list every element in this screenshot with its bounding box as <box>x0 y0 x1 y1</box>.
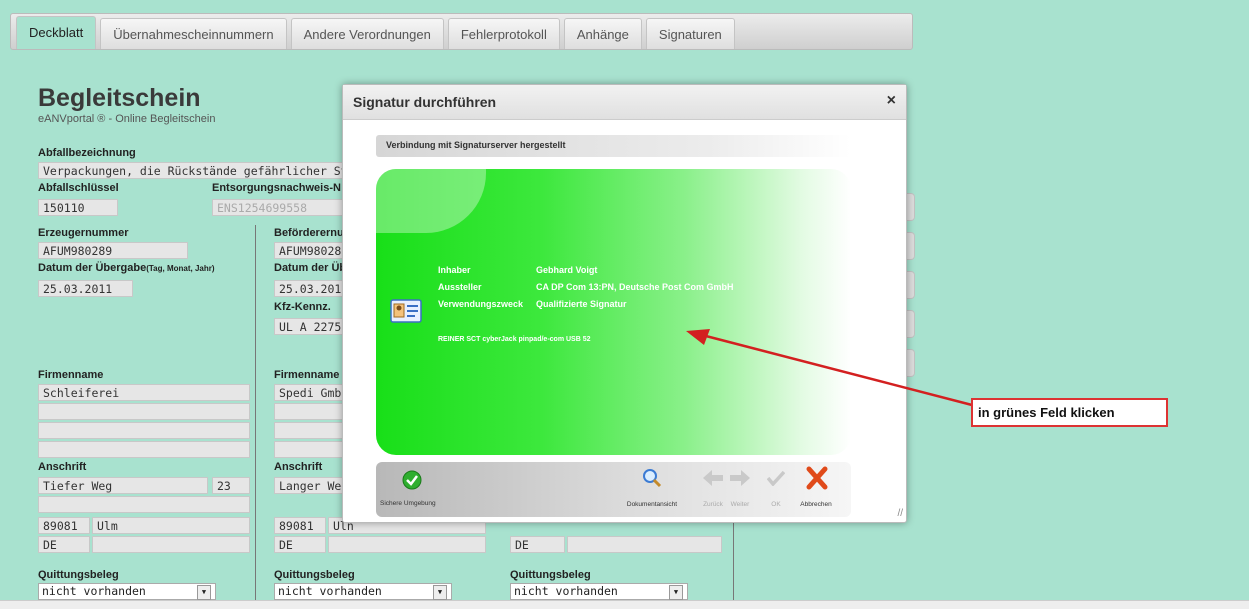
dialog-title: Signatur durchführen <box>353 94 497 110</box>
document-view-button[interactable]: Dokumentansicht <box>624 468 680 514</box>
cancel-button[interactable]: Abbrechen <box>796 466 836 514</box>
ok-button[interactable]: OK <box>766 468 786 514</box>
firmenname-line2[interactable] <box>38 403 250 420</box>
country2-extra[interactable] <box>328 536 486 553</box>
entsorgungsnachweis-label: Entsorgungsnachweis-N <box>212 182 341 194</box>
chevron-down-icon: ▼ <box>197 585 211 600</box>
country3-extra[interactable] <box>567 536 722 553</box>
country3-field[interactable]: DE <box>510 536 565 553</box>
tab-signaturen[interactable]: Signaturen <box>645 18 735 49</box>
back-label: Zurück <box>703 501 723 508</box>
aussteller-label: Aussteller <box>438 282 482 292</box>
gloss-highlight <box>376 169 486 233</box>
plz2-field[interactable]: 89081 <box>274 517 326 534</box>
signature-dialog: Signatur durchführen × Verbindung mit Si… <box>342 84 907 523</box>
firmenname2-line2[interactable] <box>274 403 348 420</box>
firmenname2-line3[interactable] <box>274 422 348 439</box>
street-line2[interactable] <box>38 496 250 513</box>
secure-environment-label: Sichere Umgebung <box>380 500 436 507</box>
dialog-header: Signatur durchführen × <box>343 85 906 120</box>
ok-label: OK <box>771 501 781 508</box>
kfz-label: Kfz-Kennz. <box>274 301 331 313</box>
verwendungszweck-label: Verwendungszweck <box>438 299 524 309</box>
connection-status-bar: Verbindung mit Signaturserver hergestell… <box>376 135 851 157</box>
id-card-icon <box>390 299 422 323</box>
firmenname-label: Firmenname <box>38 369 104 381</box>
tab-andere-verordnungen[interactable]: Andere Verordnungen <box>290 18 444 49</box>
plz-field[interactable]: 89081 <box>38 517 90 534</box>
aussteller-value: CA DP Com 13:PN, Deutsche Post Com GmbH <box>536 282 734 292</box>
quittung-select[interactable]: nicht vorhanden ▼ <box>38 583 216 600</box>
anschrift-label: Anschrift <box>38 461 87 473</box>
chevron-down-icon: ▼ <box>433 585 447 600</box>
instruction-callout: in grünes Feld klicken <box>971 398 1168 427</box>
tab-uebernahmescheinnummern[interactable]: Übernahmescheinnummern <box>100 18 287 49</box>
cancel-x-icon <box>806 466 828 490</box>
column-divider <box>255 225 256 600</box>
connection-status-text: Verbindung mit Signaturserver hergestell… <box>386 140 566 150</box>
chevron-down-icon: ▼ <box>669 585 683 600</box>
street2-field[interactable]: Langer Weg <box>274 477 348 494</box>
quittung2-label: Quittungsbeleg <box>274 569 355 581</box>
abfallschluessel-field[interactable]: 150110 <box>38 199 118 216</box>
magnifier-icon <box>643 469 662 488</box>
page-title: Begleitschein <box>38 84 201 112</box>
verwendungszweck-value: Qualifizierte Signatur <box>536 299 627 309</box>
next-button[interactable]: Weiter <box>728 468 752 514</box>
red-arrow-annotation <box>686 329 973 407</box>
check-circle-icon <box>402 470 422 490</box>
datum-field[interactable]: 25.03.2011 <box>38 280 133 297</box>
erzeugernummer-field[interactable]: AFUM980289 <box>38 242 188 259</box>
tab-deckblatt[interactable]: Deckblatt <box>16 16 97 49</box>
firmenname-line3[interactable] <box>38 422 250 439</box>
tab-fehlerprotokoll[interactable]: Fehlerprotokoll <box>447 18 560 49</box>
arrow-left-icon <box>703 470 723 486</box>
dialog-toolbar: Sichere Umgebung Dokumentansicht Zurück … <box>376 462 851 517</box>
firmenname-field[interactable]: Schleiferei <box>38 384 250 401</box>
house-number-field[interactable]: 23 <box>212 477 250 494</box>
anschrift2-label: Anschrift <box>274 461 323 473</box>
resize-grip-icon[interactable]: // <box>897 508 903 519</box>
tab-bar: Deckblatt Übernahmescheinnummern Andere … <box>10 13 913 50</box>
datum2-field[interactable]: 25.03.2011 <box>274 280 348 297</box>
firmenname2-label: Firmenname <box>274 369 340 381</box>
entsorgungsnachweis-field[interactable]: ENS1254699558 <box>212 199 348 216</box>
quittung3-select[interactable]: nicht vorhanden ▼ <box>510 583 688 600</box>
street-field[interactable]: Tiefer Weg <box>38 477 208 494</box>
abfallbezeichnung-label: Abfallbezeichnung <box>38 147 136 159</box>
befoerderernummer-field[interactable]: AFUM98028 <box>274 242 348 259</box>
abfallbezeichnung-field[interactable]: Verpackungen, die Rückstände gefährliche… <box>38 162 348 179</box>
document-view-label: Dokumentansicht <box>626 501 678 508</box>
page-subtitle: eANVportal ® - Online Begleitschein <box>38 113 216 125</box>
inhaber-label: Inhaber <box>438 265 471 275</box>
next-label: Weiter <box>730 501 750 508</box>
quittung3-label: Quittungsbeleg <box>510 569 591 581</box>
arrow-right-icon <box>730 470 750 486</box>
country2-field[interactable]: DE <box>274 536 326 553</box>
datum-label: Datum der Übergabe(Tag, Monat, Jahr) <box>38 262 215 274</box>
country-extra[interactable] <box>92 536 250 553</box>
quittung-label: Quittungsbeleg <box>38 569 119 581</box>
datum2-label: Datum der Üb <box>274 262 347 274</box>
kfz-field[interactable]: UL A 2275 <box>274 318 348 335</box>
close-icon[interactable]: × <box>887 92 896 110</box>
erzeugernummer-label: Erzeugernummer <box>38 227 129 239</box>
tab-anhaenge[interactable]: Anhänge <box>563 18 642 49</box>
back-button[interactable]: Zurück <box>701 468 725 514</box>
befoerderernummer-label: Beförderernu <box>274 227 344 239</box>
cancel-label: Abbrechen <box>800 501 832 508</box>
firmenname2-line4[interactable] <box>274 441 348 458</box>
firmenname-line4[interactable] <box>38 441 250 458</box>
city-field[interactable]: Ulm <box>92 517 250 534</box>
quittung2-select[interactable]: nicht vorhanden ▼ <box>274 583 452 600</box>
abfallschluessel-label: Abfallschlüssel <box>38 182 119 194</box>
card-reader-label: REINER SCT cyberJack pinpad/e-com USB 52 <box>438 336 591 343</box>
check-icon <box>767 470 785 486</box>
inhaber-value: Gebhard Voigt <box>536 265 598 275</box>
firmenname2-field[interactable]: Spedi GmbH <box>274 384 348 401</box>
country-field[interactable]: DE <box>38 536 90 553</box>
